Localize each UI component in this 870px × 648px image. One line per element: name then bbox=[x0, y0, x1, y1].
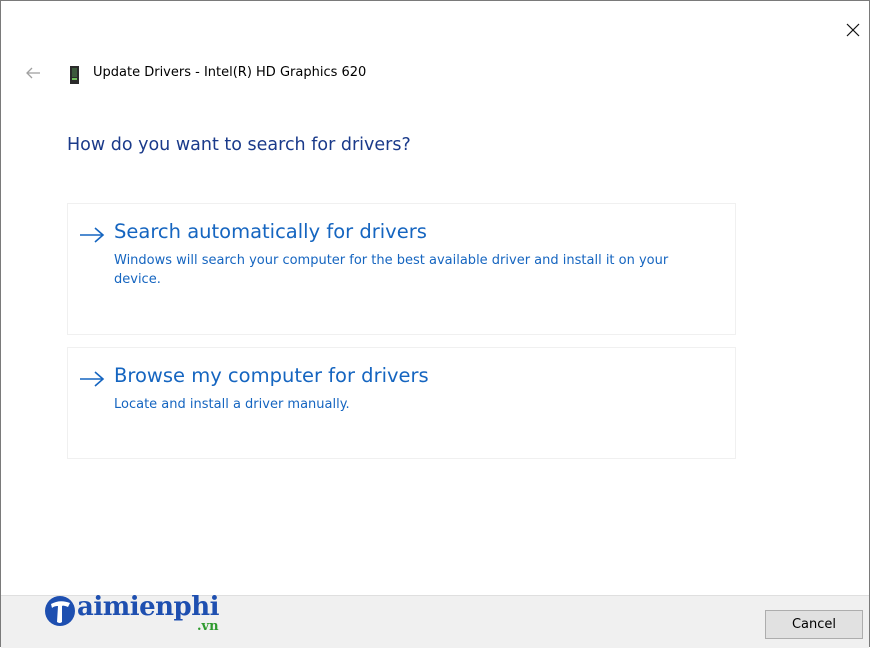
right-arrow-icon bbox=[80, 371, 105, 387]
watermark-logo: aimienphi .vn bbox=[41, 591, 241, 641]
close-icon bbox=[846, 23, 860, 37]
option-description: Locate and install a driver manually. bbox=[114, 397, 350, 412]
watermark-brand: aimienphi bbox=[77, 592, 220, 622]
watermark-domain: .vn bbox=[197, 619, 219, 634]
cancel-button[interactable]: Cancel bbox=[765, 610, 863, 639]
back-button[interactable] bbox=[23, 64, 43, 82]
back-arrow-icon bbox=[26, 67, 40, 79]
update-drivers-dialog: Update Drivers - Intel(R) HD Graphics 62… bbox=[0, 0, 870, 648]
option-title: Browse my computer for drivers bbox=[114, 364, 429, 387]
page-heading: How do you want to search for drivers? bbox=[67, 135, 411, 155]
display-adapter-icon bbox=[69, 66, 80, 84]
browse-computer-option[interactable]: Browse my computer for drivers Locate an… bbox=[67, 347, 736, 459]
watermark-t-icon bbox=[45, 596, 75, 626]
dialog-title: Update Drivers - Intel(R) HD Graphics 62… bbox=[93, 65, 367, 80]
search-automatically-option[interactable]: Search automatically for drivers Windows… bbox=[67, 203, 736, 335]
close-button[interactable] bbox=[841, 18, 865, 42]
option-title: Search automatically for drivers bbox=[114, 220, 427, 243]
right-arrow-icon bbox=[80, 227, 105, 243]
option-description: Windows will search your computer for th… bbox=[114, 253, 669, 287]
